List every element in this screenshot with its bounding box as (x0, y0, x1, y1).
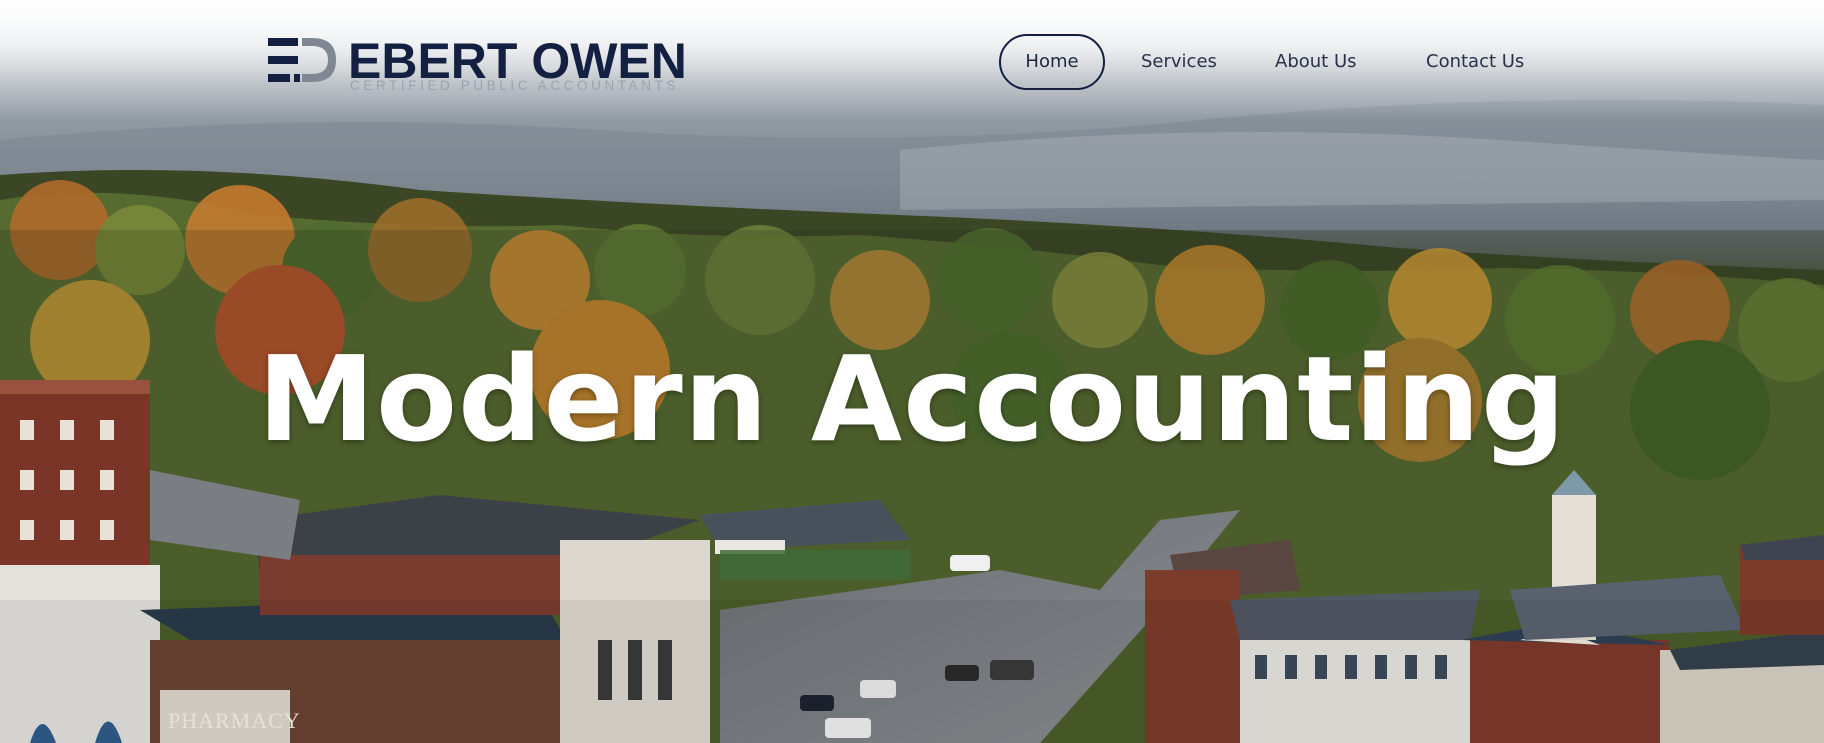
nav-services-link[interactable]: Services (1141, 34, 1217, 90)
hero-section: PHARMACY EBERT OWEN CERTIFIED PUBLIC ACC… (0, 0, 1824, 743)
nav-contact-link[interactable]: Contact Us (1426, 34, 1524, 90)
nav-about-link[interactable]: About Us (1275, 34, 1357, 90)
nav-home-link[interactable]: Home (999, 34, 1105, 90)
hero-headline: Modern Accounting (257, 330, 1567, 468)
pharmacy-sign-text: PHARMACY (168, 708, 301, 733)
main-nav: Home Services About Us Contact Us (0, 34, 1824, 90)
